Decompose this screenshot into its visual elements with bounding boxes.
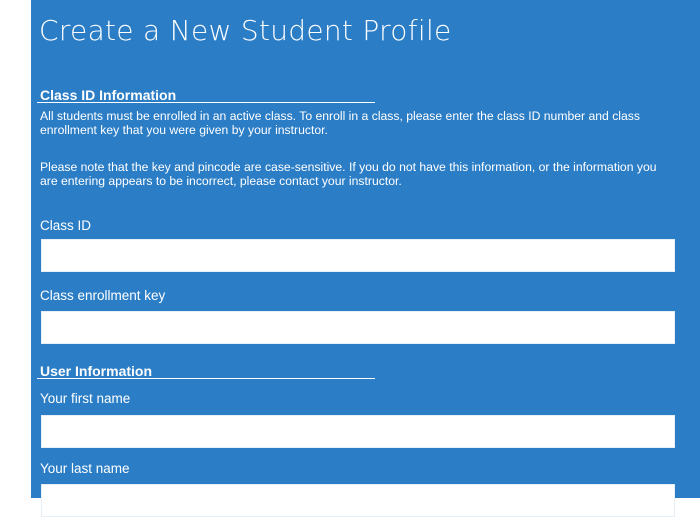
enrollment-key-label: Class enrollment key: [40, 288, 166, 303]
last-name-input[interactable]: [41, 484, 675, 517]
page-title: Create a New Student Profile: [39, 14, 452, 47]
student-profile-form: Create a New Student Profile Class ID In…: [31, 0, 700, 517]
class-id-input[interactable]: [41, 239, 675, 272]
class-id-section-divider: [37, 102, 375, 103]
case-sensitivity-note: Please note that the key and pincode are…: [40, 160, 657, 188]
enrollment-key-input[interactable]: [41, 311, 675, 344]
last-name-label: Your last name: [40, 461, 130, 476]
user-info-section-divider: [37, 378, 375, 379]
first-name-label: Your first name: [40, 391, 131, 406]
page: Create a New Student Profile Class ID In…: [0, 0, 700, 527]
first-name-input[interactable]: [41, 415, 675, 448]
user-info-section-heading: User Information: [40, 363, 153, 379]
class-id-label: Class ID: [40, 218, 92, 233]
class-id-section-heading: Class ID Information: [40, 87, 177, 103]
enrollment-instructions: All students must be enrolled in an acti…: [40, 109, 640, 137]
